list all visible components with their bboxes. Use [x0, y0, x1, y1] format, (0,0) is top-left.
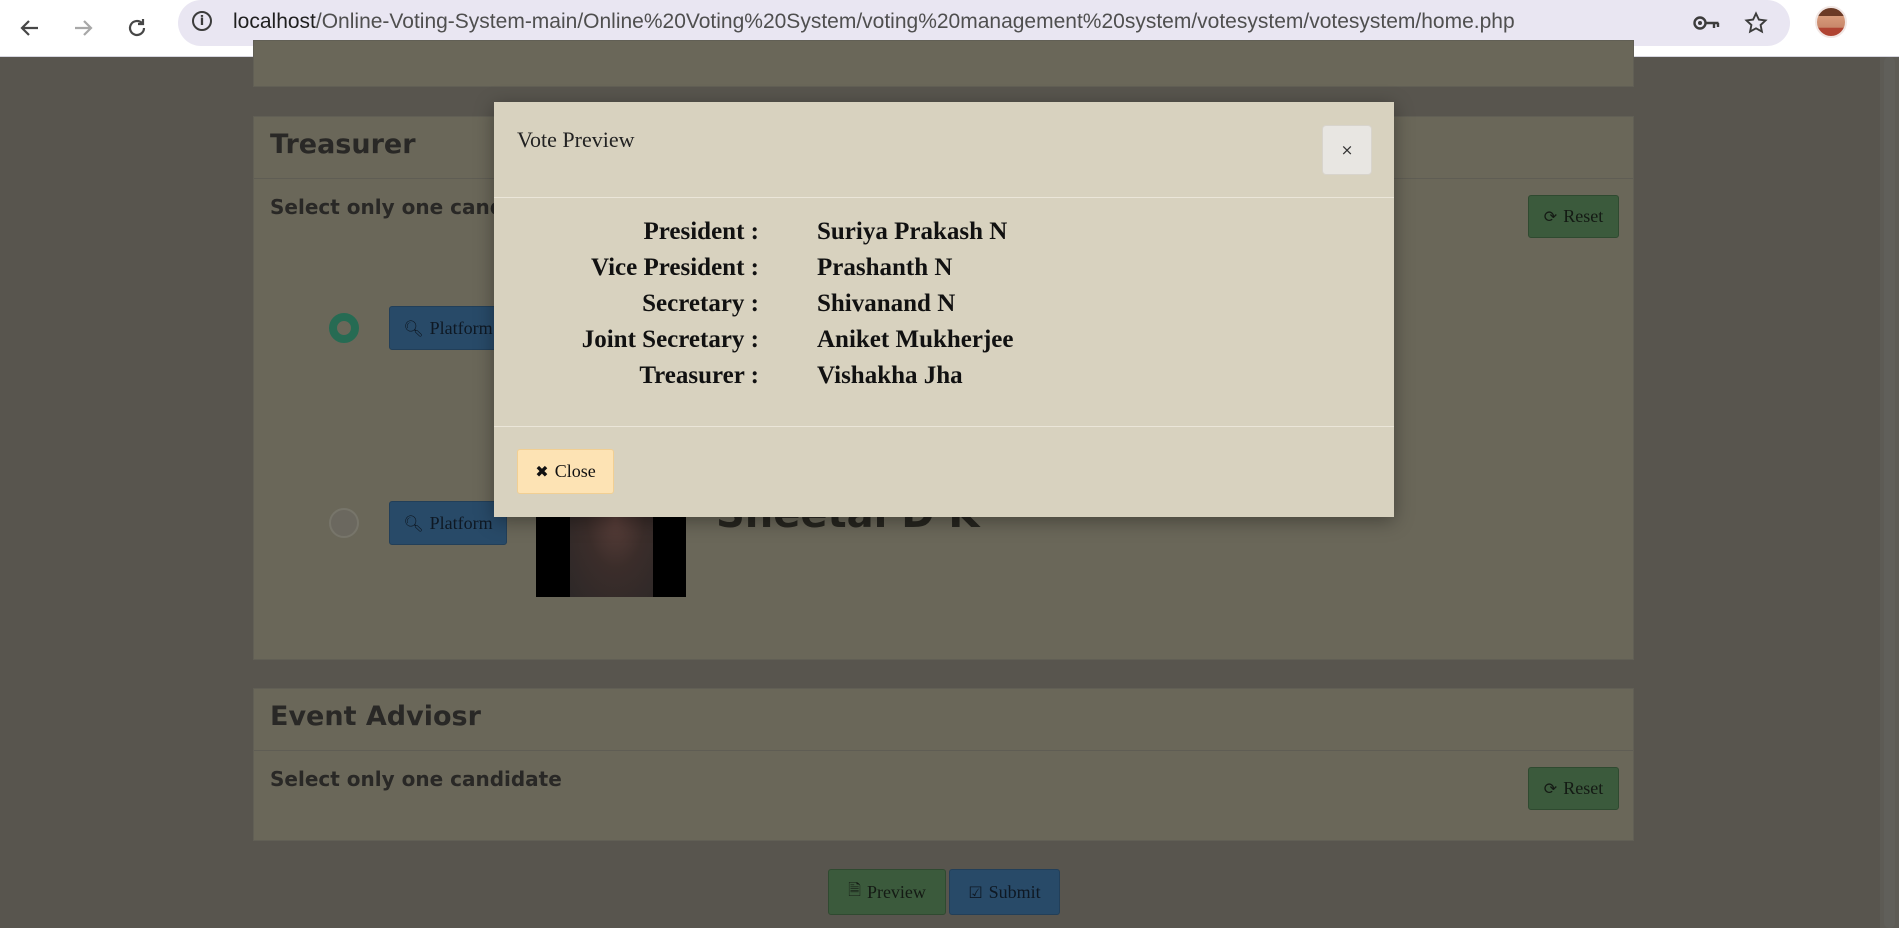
platform-button[interactable]: 🔍︎ Platform	[389, 501, 507, 545]
panel-title: Event Adviosr	[254, 689, 1633, 751]
times-icon: ×	[1340, 141, 1354, 159]
forward-arrow-icon[interactable]	[63, 8, 103, 48]
page-scrollbar[interactable]	[1880, 57, 1899, 928]
profile-avatar[interactable]	[1815, 6, 1847, 38]
search-icon: 🔍︎	[403, 318, 424, 338]
platform-label: Platform	[429, 512, 493, 533]
times-icon: ✖	[535, 462, 549, 481]
reload-icon[interactable]	[117, 8, 157, 48]
vote-position: Treasurer :	[639, 362, 759, 389]
vote-position: Secretary :	[642, 290, 759, 317]
vote-row-treasurer: Treasurer : Vishakha Jha	[494, 362, 1394, 398]
scrollbar-thumb[interactable]	[1884, 57, 1895, 928]
previous-position-panel	[253, 40, 1634, 87]
info-icon[interactable]: i	[192, 11, 212, 31]
close-button[interactable]: ✖ Close	[517, 449, 614, 494]
submit-button[interactable]: ☑ Submit	[949, 869, 1060, 915]
vote-candidate: Vishakha Jha	[817, 362, 963, 389]
url-path: /Online-Voting-System-main/Online%20Voti…	[315, 10, 1515, 33]
candidate-radio-selected[interactable]	[329, 313, 359, 343]
vote-candidate: Prashanth N	[817, 254, 953, 281]
candidate-radio[interactable]	[329, 508, 359, 538]
vote-position: President :	[643, 218, 760, 245]
reset-label: Reset	[1563, 206, 1604, 226]
candidate-photo	[536, 513, 686, 597]
vote-candidate: Shivanand N	[817, 290, 956, 317]
candidate-photo-image	[570, 513, 653, 597]
modal-body: President : Suriya Prakash N Vice Presid…	[494, 198, 1394, 427]
reset-button[interactable]: ⟳ Reset	[1528, 767, 1619, 810]
preview-button[interactable]: 🗎 Preview	[828, 869, 946, 915]
key-icon[interactable]	[1692, 8, 1722, 38]
url-text: localhost/Online-Voting-System-main/Onli…	[233, 10, 1515, 34]
modal-close-x-button[interactable]: ×	[1322, 125, 1372, 175]
file-icon: 🗎	[848, 879, 861, 899]
event-advisor-panel: Event Adviosr Select only one candidate …	[253, 688, 1634, 841]
search-icon: 🔍︎	[403, 513, 424, 533]
close-label: Close	[554, 461, 596, 481]
back-arrow-icon[interactable]	[10, 8, 50, 48]
modal-footer	[494, 427, 1394, 517]
vote-position: Joint Secretary :	[581, 326, 759, 353]
vote-row-joint-secretary: Joint Secretary : Aniket Mukherjee	[494, 326, 1394, 362]
modal-header: Vote Preview ×	[494, 102, 1394, 198]
reset-button[interactable]: ⟳ Reset	[1528, 195, 1619, 238]
panel-hint: Select only one candidate	[270, 767, 562, 791]
modal-title: Vote Preview	[517, 127, 635, 152]
url-host: localhost	[233, 10, 316, 33]
refresh-icon: ⟳	[1543, 779, 1558, 798]
preview-label: Preview	[866, 881, 926, 902]
vote-row-vice-president: Vice President : Prashanth N	[494, 254, 1394, 290]
vote-candidate: Aniket Mukherjee	[817, 326, 1014, 353]
vote-row-president: President : Suriya Prakash N	[494, 218, 1394, 254]
submit-label: Submit	[988, 881, 1041, 902]
star-icon[interactable]	[1741, 8, 1771, 38]
refresh-icon: ⟳	[1543, 207, 1558, 226]
platform-button[interactable]: 🔍︎ Platform	[389, 306, 507, 350]
vote-row-secretary: Secretary : Shivanand N	[494, 290, 1394, 326]
vote-preview-modal: Vote Preview × President : Suriya Prakas…	[494, 102, 1394, 517]
platform-label: Platform	[429, 317, 493, 338]
vote-position: Vice President :	[590, 254, 759, 281]
check-square-icon: ☑	[968, 882, 983, 902]
vote-candidate: Suriya Prakash N	[817, 218, 1008, 245]
reset-label: Reset	[1563, 778, 1604, 798]
